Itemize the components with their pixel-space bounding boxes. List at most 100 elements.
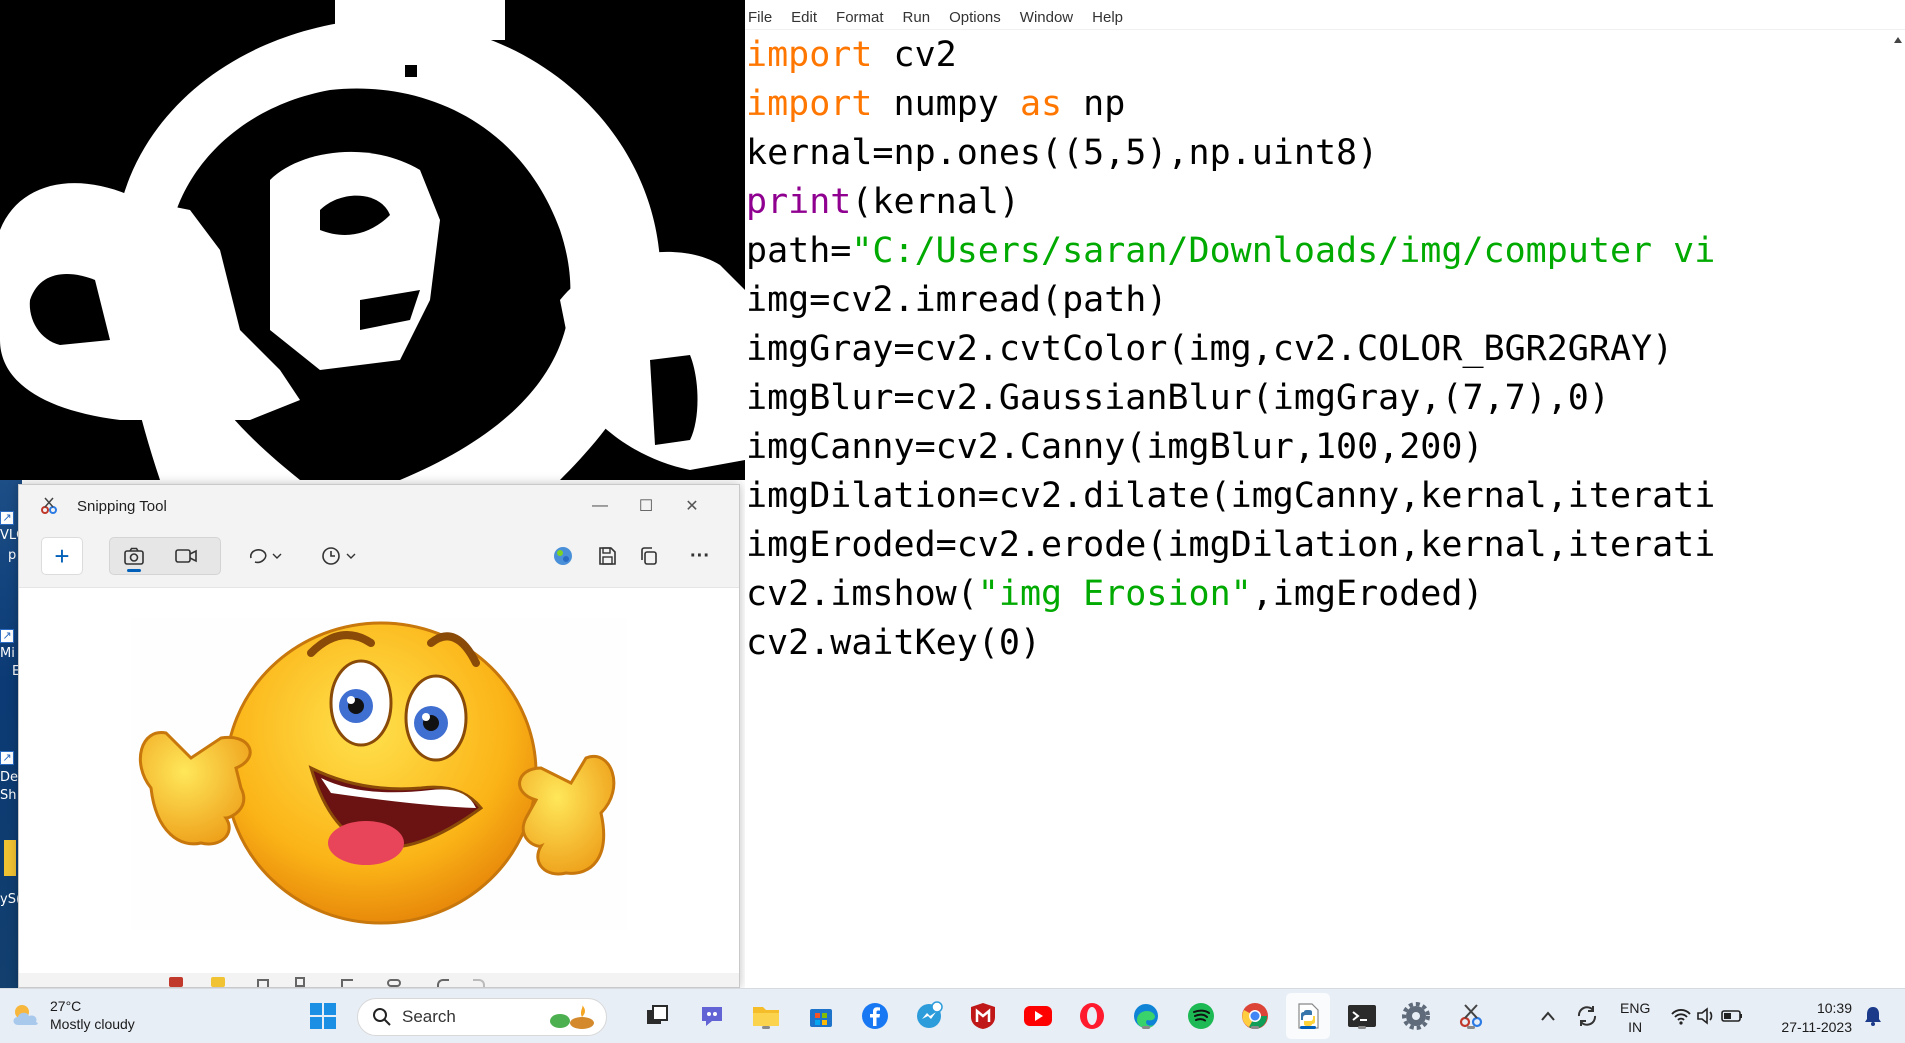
code-token: ,imgEroded) (1251, 574, 1484, 614)
shortcut-arrow-icon: ↗ (0, 629, 14, 643)
notifications-button[interactable] (1858, 1001, 1888, 1031)
taskbar-chrome[interactable] (1240, 1001, 1270, 1031)
start-button[interactable] (308, 1001, 338, 1031)
snip-canvas (19, 587, 739, 975)
undo-icon[interactable] (437, 979, 449, 987)
code-line[interactable]: kernal=np.ones((5,5),np.uint8) (746, 129, 1715, 178)
copy-button[interactable] (633, 537, 665, 575)
ruler-icon[interactable] (295, 977, 305, 987)
close-button[interactable]: ✕ (669, 493, 715, 519)
highlighter-icon[interactable] (211, 977, 225, 987)
snipping-tool-window: Snipping Tool — ☐ ✕ + ··· (18, 484, 740, 988)
weather-description: Mostly cloudy (50, 1016, 135, 1032)
scroll-up-arrow-icon[interactable] (1891, 30, 1905, 50)
delay-dropdown[interactable] (315, 537, 363, 575)
youtube-icon (1024, 1006, 1052, 1026)
bell-icon (1865, 1007, 1881, 1026)
shortcut-arrow-icon: ↗ (0, 511, 14, 525)
redo-icon[interactable] (473, 979, 485, 987)
code-token: (kernal) (851, 182, 1020, 222)
video-mode-button[interactable] (163, 537, 209, 575)
code-line[interactable]: imgDilation=cv2.dilate(imgCanny,kernal,i… (746, 472, 1715, 521)
eraser-icon[interactable] (257, 979, 269, 987)
folder-icon[interactable] (4, 840, 16, 876)
taskbar-snipping-tool[interactable] (1456, 1001, 1486, 1031)
minimize-button[interactable]: — (577, 493, 623, 519)
code-text-area[interactable]: import cv2 import numpy as np kernal=np.on… (746, 31, 1715, 668)
mcafee-shield-icon (971, 1003, 995, 1029)
code-token: import (746, 84, 873, 124)
code-line[interactable]: cv2.imshow("img Erosion",imgEroded) (746, 570, 1715, 619)
ocr-icon[interactable] (387, 979, 401, 987)
menu-help[interactable]: Help (1092, 9, 1123, 26)
quick-settings-button[interactable] (1668, 1001, 1744, 1031)
spotify-icon (1188, 1003, 1214, 1029)
code-token: "C:/Users/saran/Downloads/img/computer v… (851, 231, 1716, 271)
menu-run[interactable]: Run (903, 9, 931, 26)
save-button[interactable] (591, 537, 623, 575)
taskbar-terminal[interactable] (1347, 1001, 1377, 1031)
img-erosion-window (0, 0, 745, 480)
taskbar-edge[interactable] (1131, 1001, 1161, 1031)
screenshot-mode-button[interactable] (111, 537, 157, 575)
code-token: kernal=np.ones((5,5),np.uint8) (746, 133, 1379, 173)
diwali-lamp-icon (550, 1005, 594, 1029)
vertical-scrollbar[interactable] (1891, 30, 1905, 988)
taskbar-file-explorer[interactable] (751, 1001, 781, 1031)
paint-3d-button[interactable] (547, 537, 579, 575)
menu-bar: File Edit Format Run Options Window Help (745, 0, 1905, 30)
code-line[interactable]: imgEroded=cv2.erode(imgDilation,kernal,i… (746, 521, 1715, 570)
video-icon (175, 549, 197, 563)
taskbar-store[interactable] (806, 1001, 836, 1031)
taskbar-messenger[interactable] (914, 1001, 944, 1031)
taskbar-task-view[interactable] (642, 1001, 672, 1031)
taskbar-mcafee[interactable] (968, 1001, 998, 1031)
taskbar-facebook[interactable] (860, 1001, 890, 1031)
snipping-tool-titlebar[interactable]: Snipping Tool — ☐ ✕ (19, 485, 739, 527)
code-line[interactable]: import cv2 (746, 31, 1715, 80)
taskbar-python-idle[interactable] (1293, 1001, 1323, 1031)
menu-file[interactable]: File (748, 9, 772, 26)
snip-shape-dropdown[interactable] (241, 537, 289, 575)
taskbar-youtube[interactable] (1023, 1001, 1053, 1031)
taskbar-teams[interactable] (697, 1001, 727, 1031)
code-line[interactable]: cv2.waitKey(0) (746, 619, 1715, 668)
language-indicator[interactable]: ENG IN (1620, 999, 1650, 1037)
weather-widget[interactable]: 27°C Mostly cloudy (10, 997, 135, 1033)
code-line[interactable]: img=cv2.imread(path) (746, 276, 1715, 325)
language-code: ENG (1620, 1000, 1651, 1016)
sync-status-button[interactable] (1572, 1001, 1602, 1031)
taskbar-opera[interactable] (1077, 1001, 1107, 1031)
maximize-button[interactable]: ☐ (623, 493, 669, 519)
clock-date: 27-11-2023 (1781, 1019, 1852, 1035)
code-line[interactable]: import numpy as np (746, 80, 1715, 129)
show-hidden-icons-button[interactable] (1533, 1001, 1563, 1031)
taskbar-search-box[interactable]: Search (357, 998, 607, 1036)
shortcut-arrow-icon: ↗ (0, 751, 14, 765)
crop-icon[interactable] (341, 979, 353, 987)
snipping-tool-icon (41, 497, 57, 514)
menu-edit[interactable]: Edit (791, 9, 817, 26)
freeform-shape-icon (250, 549, 282, 564)
code-token: cv2.waitKey(0) (746, 623, 1042, 663)
menu-format[interactable]: Format (836, 9, 884, 26)
copy-icon (641, 547, 657, 565)
taskbar-spotify[interactable] (1186, 1001, 1216, 1031)
clock-time: 10:39 (1816, 1000, 1852, 1016)
code-line[interactable]: imgCanny=cv2.Canny(imgBlur,100,200) (746, 423, 1715, 472)
clock-icon (322, 547, 356, 565)
more-options-button[interactable]: ··· (683, 537, 717, 575)
taskbar-settings[interactable] (1401, 1001, 1431, 1031)
new-snip-button[interactable]: + (41, 537, 83, 575)
code-line[interactable]: imgBlur=cv2.GaussianBlur(imgGray,(7,7),0… (746, 374, 1715, 423)
pen-icon[interactable] (169, 977, 183, 987)
code-line[interactable]: print(kernal) (746, 178, 1715, 227)
gear-icon (1402, 1002, 1430, 1030)
system-clock[interactable]: 10:39 27-11-2023 (1772, 999, 1852, 1037)
menu-window[interactable]: Window (1020, 9, 1073, 26)
code-line[interactable]: imgGray=cv2.cvtColor(img,cv2.COLOR_BGR2G… (746, 325, 1715, 374)
code-line[interactable]: path="C:/Users/saran/Downloads/img/compu… (746, 227, 1715, 276)
menu-options[interactable]: Options (949, 9, 1001, 26)
code-token: np (1062, 84, 1126, 124)
camera-icon (124, 547, 144, 565)
